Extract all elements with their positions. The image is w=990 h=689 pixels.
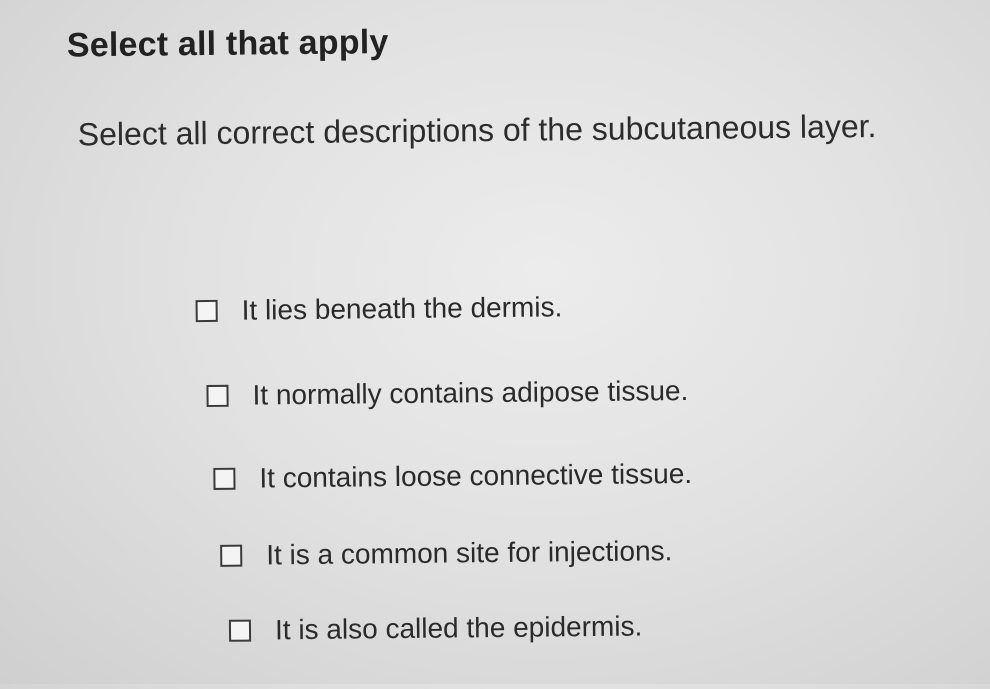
answer-option[interactable]: It lies beneath the dermis. [195, 291, 562, 327]
option-label: It contains loose connective tissue. [259, 457, 693, 494]
answer-option[interactable]: It contains loose connective tissue. [213, 458, 692, 495]
answer-option[interactable]: It is also called the epidermis. [228, 610, 643, 646]
answer-option[interactable]: It is a common site for injections. [220, 535, 673, 572]
option-label: It lies beneath the dermis. [241, 291, 563, 326]
option-checkbox[interactable] [220, 544, 243, 567]
answer-options-list: It lies beneath the dermis. It normally … [0, 0, 990, 689]
option-checkbox[interactable] [206, 384, 229, 408]
question-panel: Select all that apply Select all correct… [0, 0, 990, 689]
option-label: It is a common site for injections. [266, 535, 673, 571]
option-checkbox[interactable] [213, 467, 236, 490]
option-checkbox[interactable] [195, 299, 218, 323]
answer-option[interactable]: It normally contains adipose tissue. [206, 375, 688, 412]
option-checkbox[interactable] [228, 619, 252, 642]
option-label: It normally contains adipose tissue. [252, 374, 689, 411]
option-label: It is also called the epidermis. [274, 610, 643, 646]
